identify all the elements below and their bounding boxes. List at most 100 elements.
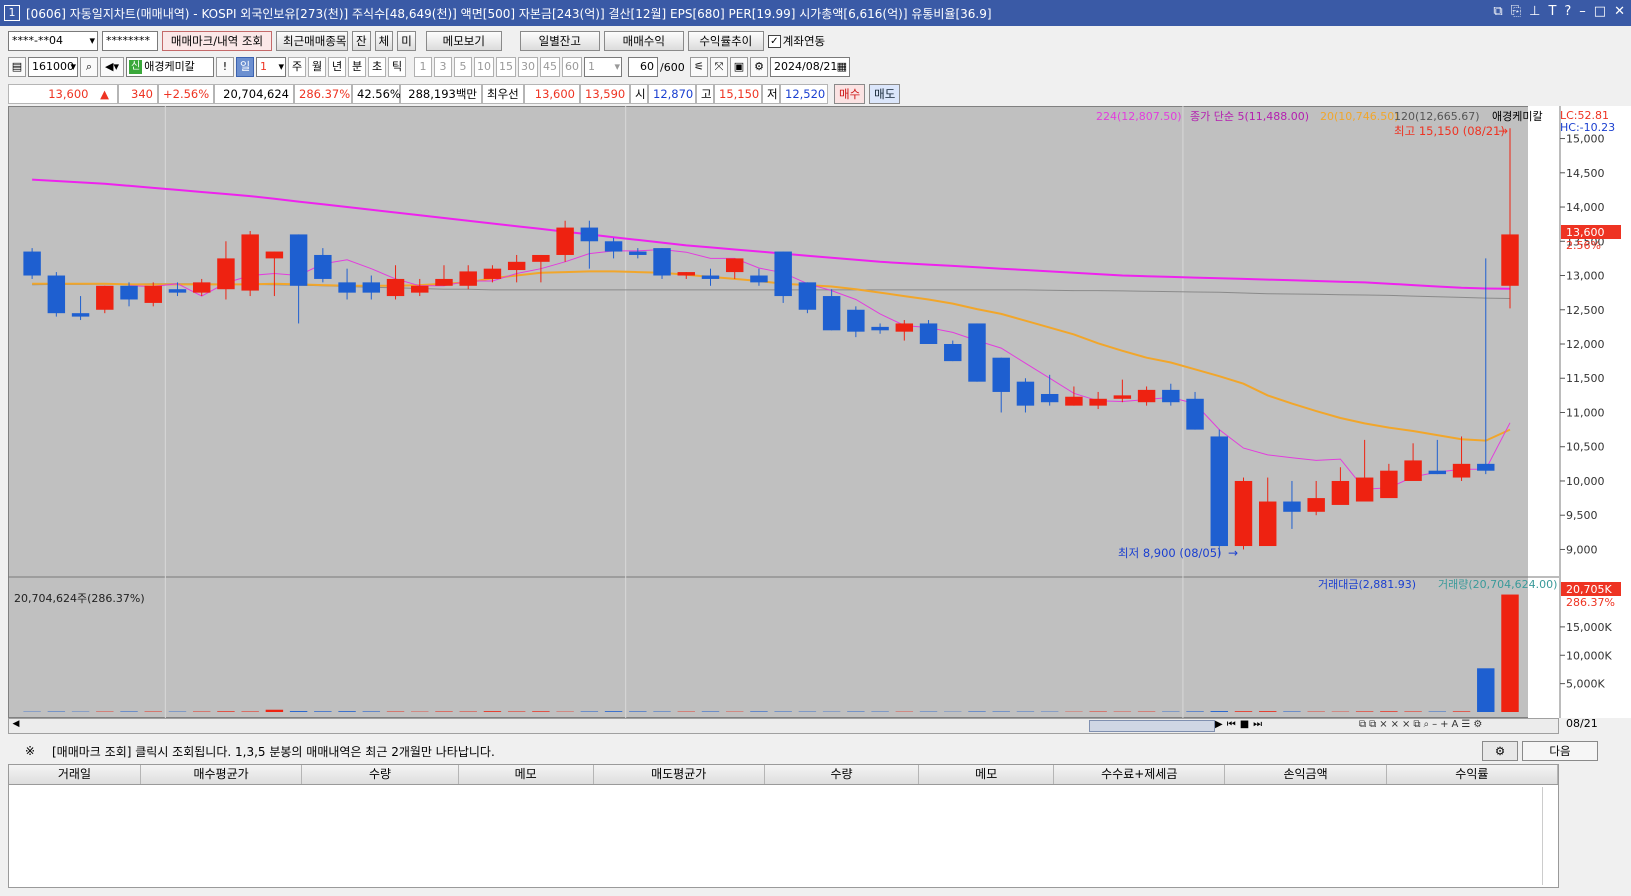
profit-trend-button[interactable]: 수익률추이 (687, 31, 764, 51)
stock-name-field[interactable]: 신 애경케미칼 (126, 57, 214, 77)
open-price: 12,870 (648, 84, 696, 104)
col-fees: 수수료+제세금 (1054, 765, 1226, 784)
quote-bar: 13,600 ▲ 340 +2.56% 20,704,624 286.37% 4… (8, 83, 901, 105)
bottom-note: ※ [매매마크 조회] 클릭시 조회됩니다. 1,3,5 분봉의 매매내역은 최… (8, 740, 1598, 762)
maximize-icon[interactable]: □ (1594, 4, 1606, 19)
trade-table: 거래일 매수평균가 수량 메모 매도평균가 수량 메모 수수료+제세금 손익금액… (8, 764, 1559, 888)
window-number: 1 (4, 5, 20, 21)
period-second-button[interactable]: 초 (368, 57, 386, 77)
scroll-thumb[interactable] (1089, 720, 1215, 732)
calendar-icon[interactable]: ▦ (837, 58, 847, 76)
link-icon[interactable]: ⧉ (1493, 4, 1502, 19)
minute-15-button[interactable]: 15 (496, 57, 516, 77)
col-buy-qty: 수량 (302, 765, 459, 784)
minute-1-button[interactable]: 1 (414, 57, 432, 77)
table-scrollbar[interactable] (1542, 787, 1554, 885)
col-buy-memo: 메모 (459, 765, 594, 784)
period-year-button[interactable]: 년 (328, 57, 346, 77)
gear-icon[interactable]: ⚙ (750, 57, 768, 77)
navigation-icons[interactable]: ▶⏮■⏭ (1215, 719, 1266, 730)
alert-button[interactable]: ! (216, 57, 234, 77)
help-icon[interactable]: ? (1564, 4, 1571, 19)
unfilled-button[interactable]: 미 (397, 31, 416, 51)
buy-button[interactable]: 매수 (834, 84, 866, 104)
close-icon[interactable]: ✕ (1614, 4, 1625, 19)
account-select[interactable]: ****-**04 ▾ (8, 31, 98, 51)
change-percent: +2.56% (158, 84, 214, 104)
open-label: 시 (630, 84, 648, 104)
title-bar: 1 [0606] 자동일지차트(매매내역) - KOSPI 외국인보유[273(… (0, 0, 1631, 26)
period-week-button[interactable]: 주 (288, 57, 306, 77)
low-label: 저 (762, 84, 780, 104)
period-minute-button[interactable]: 분 (348, 57, 366, 77)
trade-table-header: 거래일 매수평균가 수량 메모 매도평균가 수량 메모 수수료+제세금 손익금액… (9, 765, 1558, 785)
window-title: [0606] 자동일지차트(매매내역) - KOSPI 외국인보유[273(천)… (26, 6, 992, 21)
minute-select-value: 1 (588, 60, 595, 73)
minute-select[interactable]: 1 ▾ (584, 57, 622, 77)
tool-icon[interactable]: ⤧ (710, 57, 728, 77)
daily-balance-button[interactable]: 일별잔고 (519, 31, 600, 51)
layout-icon[interactable]: ▤ (8, 57, 26, 77)
ask-price: 13,600 (524, 84, 580, 104)
sound-icon[interactable]: ◀▾ (100, 57, 124, 77)
axis-panel (1528, 106, 1631, 718)
change-value: 340 (118, 84, 158, 104)
save-icon[interactable]: ▣ (730, 57, 748, 77)
settings-button[interactable]: ⚙ (1482, 741, 1518, 761)
scroll-left-icon[interactable]: ◀ (9, 719, 23, 733)
stock-name-value: 애경케미칼 (144, 60, 195, 73)
stock-code-field[interactable]: 161000 ▾ (28, 57, 78, 77)
pin-icon[interactable]: ⊥ (1529, 4, 1540, 19)
sell-button[interactable]: 매도 (869, 84, 901, 104)
note-mark: ※ (24, 744, 36, 758)
minute-30-button[interactable]: 30 (518, 57, 538, 77)
gear-icon: ⚙ (1494, 744, 1506, 758)
checkbox-icon: ✓ (767, 34, 781, 48)
font-icon[interactable]: T (1548, 4, 1556, 19)
account-value: ****-**04 (12, 34, 63, 47)
chart-scrollbar[interactable]: ◀ ▶⏮■⏭ ⧉⧉⨯⨯⨯⧉⌕–+A☰⚙ (8, 718, 1559, 734)
balance-button[interactable]: 잔 (352, 31, 371, 51)
new-badge: 신 (129, 60, 143, 74)
trade-mark-button[interactable]: 매매마크/내역 조회 (162, 31, 272, 51)
trade-profit-button[interactable]: 매매수익 (603, 31, 684, 51)
chevron-down-icon: ▾ (70, 60, 76, 73)
next-button[interactable]: 다음 (1522, 741, 1598, 761)
date-value: 2024/08/21 (774, 60, 838, 73)
drawing-tool-icons[interactable]: ⧉⧉⨯⨯⨯⧉⌕–+A☰⚙ (1359, 719, 1485, 730)
password-field[interactable]: ******** (102, 31, 158, 51)
bar-count-field[interactable]: 60 (628, 57, 658, 77)
trade-amount: 288,193백만 (400, 84, 482, 104)
period-count-select[interactable]: 1 ▾ (256, 57, 286, 77)
best-quote-label: 최우선 (482, 84, 524, 104)
minute-45-button[interactable]: 45 (540, 57, 560, 77)
period-month-button[interactable]: 월 (308, 57, 326, 77)
copy-icon[interactable]: ⎘ (1511, 4, 1521, 19)
bid-price: 13,590 (580, 84, 630, 104)
minute-5-button[interactable]: 5 (454, 57, 472, 77)
col-pnl: 손익금액 (1225, 765, 1387, 784)
col-sell-qty: 수량 (765, 765, 920, 784)
recent-trades-button[interactable]: 최근매매종목 (276, 31, 348, 51)
date-field[interactable]: 2024/08/21 ▦ (770, 57, 850, 77)
period-day-button[interactable]: 일 (236, 57, 254, 77)
turnover-ratio: 42.56% (352, 84, 401, 104)
search-icon[interactable]: ⌕ (80, 57, 98, 77)
stock-code-value: 161000 (32, 60, 74, 73)
price-value: 13,600 (48, 87, 89, 101)
chart-area[interactable] (8, 106, 1559, 718)
account-link-checkbox[interactable]: ✓ 계좌연동 (767, 33, 825, 49)
col-trade-date: 거래일 (9, 765, 141, 784)
volume-value: 20,704,624 (214, 84, 294, 104)
memo-view-button[interactable]: 메모보기 (425, 31, 502, 51)
filled-button[interactable]: 체 (374, 31, 394, 51)
current-price: 13,600 ▲ (8, 84, 118, 104)
volume-ratio: 286.37% (294, 84, 352, 104)
period-tick-button[interactable]: 틱 (388, 57, 406, 77)
minute-3-button[interactable]: 3 (434, 57, 452, 77)
minimize-icon[interactable]: – (1579, 4, 1586, 19)
minute-10-button[interactable]: 10 (474, 57, 494, 77)
low-price: 12,520 (780, 84, 828, 104)
minute-60-button[interactable]: 60 (562, 57, 582, 77)
indicator-icon[interactable]: ⚟ (690, 57, 708, 77)
